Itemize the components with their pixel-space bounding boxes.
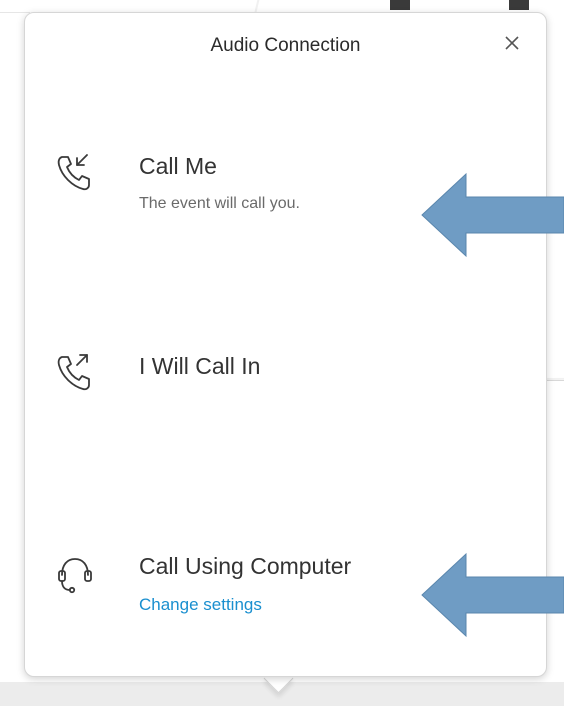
call-me-label: Call Me [139, 153, 217, 179]
call-me-description: The event will call you. [139, 195, 300, 212]
phone-outgoing-icon [53, 351, 97, 395]
call-using-computer-label: Call Using Computer [139, 553, 352, 579]
background-decoration [509, 0, 529, 10]
i-will-call-in-label: I Will Call In [139, 353, 261, 379]
screen: Audio Connection Call Me The event will … [0, 0, 564, 706]
close-icon [505, 36, 519, 50]
change-settings-link[interactable]: Change settings [139, 595, 262, 615]
annotation-arrow [421, 552, 564, 638]
annotation-arrow [421, 172, 564, 258]
background-decoration [390, 0, 410, 10]
headset-icon [53, 551, 97, 595]
close-button[interactable] [500, 31, 524, 55]
phone-incoming-icon [53, 151, 97, 195]
background-divider [0, 12, 30, 13]
dialog-title: Audio Connection [210, 35, 361, 56]
i-will-call-in-option[interactable]: I Will Call In [45, 351, 515, 401]
